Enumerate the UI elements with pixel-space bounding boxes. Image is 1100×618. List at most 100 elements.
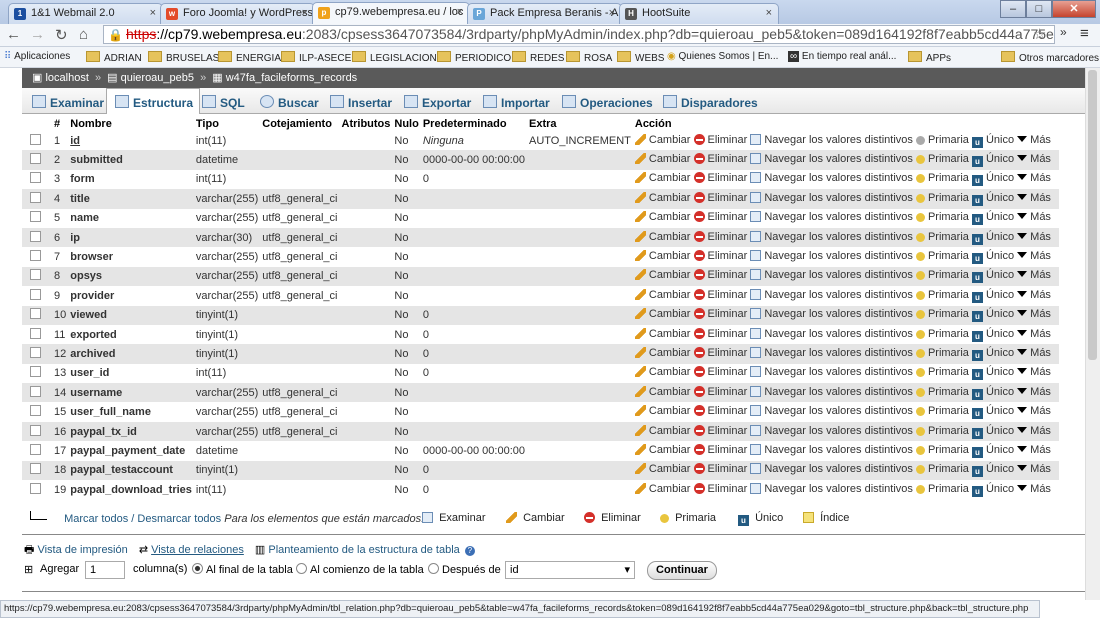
continue-button[interactable]: Continuar: [647, 561, 717, 580]
row-checkbox[interactable]: [22, 324, 52, 345]
row-checkbox[interactable]: [22, 363, 52, 384]
more-action[interactable]: Más: [1017, 172, 1051, 184]
checkbox[interactable]: [30, 424, 41, 436]
breadcrumb-database[interactable]: quieroau_peb5: [121, 72, 194, 84]
tab-buscar[interactable]: Buscar: [260, 95, 319, 110]
url-field[interactable]: 🔒 https://cp79.webempresa.eu:2083/cpsess3…: [103, 25, 1055, 44]
browse-distinct-action[interactable]: Navegar los valores distintivos: [750, 346, 913, 359]
more-action[interactable]: Más: [1017, 269, 1051, 281]
tab-exportar[interactable]: Exportar: [404, 95, 471, 110]
close-tab-icon[interactable]: ×: [150, 7, 156, 19]
row-checkbox[interactable]: [22, 131, 52, 151]
row-checkbox[interactable]: [22, 344, 52, 364]
more-action[interactable]: Más: [1017, 366, 1051, 378]
bookmark-folder[interactable]: WEBS: [617, 51, 664, 64]
drop-action[interactable]: Eliminar: [693, 153, 747, 165]
change-action[interactable]: Cambiar: [634, 346, 690, 359]
more-action[interactable]: Más: [1017, 134, 1051, 146]
unique-action[interactable]: u Único: [971, 444, 1014, 458]
change-action[interactable]: Cambiar: [634, 230, 690, 243]
primary-action[interactable]: Primaria: [915, 289, 969, 301]
breadcrumb-server[interactable]: localhost: [45, 72, 88, 84]
unique-action[interactable]: u Único: [971, 308, 1014, 323]
column-count-input[interactable]: 1: [85, 561, 125, 579]
unique-action[interactable]: u Único: [971, 172, 1014, 187]
drop-action[interactable]: Eliminar: [693, 211, 747, 223]
checkbox[interactable]: [30, 288, 41, 300]
change-action[interactable]: Cambiar: [634, 269, 690, 281]
primary-action[interactable]: Primaria: [915, 483, 969, 495]
browse-distinct-action[interactable]: Navegar los valores distintivos: [750, 250, 913, 262]
help-icon[interactable]: ?: [464, 546, 475, 556]
drop-action[interactable]: Eliminar: [693, 327, 747, 340]
more-action[interactable]: Más: [1017, 250, 1051, 262]
unique-action[interactable]: u Único: [971, 405, 1014, 420]
checkbox[interactable]: [30, 211, 41, 223]
more-action[interactable]: Más: [1017, 463, 1051, 475]
change-action[interactable]: Cambiar: [634, 211, 690, 223]
unique-action[interactable]: u Único: [971, 231, 1014, 245]
unique-action[interactable]: u Único: [971, 425, 1014, 439]
checkbox[interactable]: [30, 443, 41, 455]
bulk-primary-button[interactable]: Primaria: [660, 512, 716, 524]
row-checkbox[interactable]: [22, 266, 52, 287]
primary-action[interactable]: Primaria: [915, 211, 969, 223]
checkbox[interactable]: [30, 133, 41, 145]
maximize-icon[interactable]: □: [1026, 0, 1052, 18]
relation-view-link[interactable]: Vista de relaciones: [151, 544, 244, 556]
browse-distinct-action[interactable]: Navegar los valores distintivos: [750, 211, 913, 223]
check-all-link[interactable]: Marcar todos / Desmarcar todos: [64, 513, 221, 525]
row-checkbox[interactable]: [22, 402, 52, 422]
bulk-unique-button[interactable]: u Único: [738, 512, 783, 526]
primary-action[interactable]: Primaria: [915, 192, 969, 204]
bookmark-folder[interactable]: ENERGIA: [218, 51, 281, 64]
unique-action[interactable]: u Único: [971, 211, 1014, 226]
home-icon[interactable]: ⌂: [79, 26, 88, 43]
browse-distinct-action[interactable]: Navegar los valores distintivos: [750, 288, 913, 301]
drop-action[interactable]: Eliminar: [693, 230, 747, 243]
primary-action[interactable]: Primaria: [915, 134, 969, 146]
drop-action[interactable]: Eliminar: [693, 288, 747, 301]
radio-at-end[interactable]: Al final de la tabla: [192, 563, 293, 576]
primary-action[interactable]: Primaria: [915, 153, 969, 165]
tab-operaciones[interactable]: Operaciones: [562, 95, 653, 110]
drop-action[interactable]: Eliminar: [693, 424, 747, 437]
close-tab-icon[interactable]: ×: [302, 7, 308, 19]
browse-distinct-action[interactable]: Navegar los valores distintivos: [750, 191, 913, 204]
checkbox[interactable]: [30, 385, 41, 397]
bookmark-apps[interactable]: ⠿ Aplicaciones: [4, 51, 70, 62]
change-action[interactable]: Cambiar: [634, 482, 690, 495]
browse-distinct-action[interactable]: Navegar los valores distintivos: [750, 153, 913, 165]
primary-action[interactable]: Primaria: [915, 172, 969, 184]
unique-action[interactable]: u Único: [971, 386, 1014, 400]
bookmark-folder[interactable]: BRUSELAS: [148, 51, 219, 64]
row-checkbox[interactable]: [22, 247, 52, 267]
more-action[interactable]: Más: [1017, 386, 1051, 398]
reload-icon[interactable]: ↻: [55, 26, 68, 44]
unique-action[interactable]: u Único: [971, 153, 1014, 168]
browse-distinct-action[interactable]: Navegar los valores distintivos: [750, 230, 913, 243]
primary-action[interactable]: Primaria: [915, 250, 969, 262]
drop-action[interactable]: Eliminar: [693, 172, 747, 184]
bookmark-folder[interactable]: PERIODICO: [437, 51, 511, 64]
drop-action[interactable]: Eliminar: [693, 308, 747, 320]
drop-action[interactable]: Eliminar: [693, 443, 747, 456]
more-action[interactable]: Más: [1017, 153, 1051, 165]
browse-distinct-action[interactable]: Navegar los valores distintivos: [750, 424, 913, 437]
change-action[interactable]: Cambiar: [634, 308, 690, 320]
change-action[interactable]: Cambiar: [634, 366, 690, 378]
browse-distinct-action[interactable]: Navegar los valores distintivos: [750, 366, 913, 378]
checkbox[interactable]: [30, 191, 41, 203]
primary-action[interactable]: Primaria: [915, 347, 969, 359]
scrollbar-thumb[interactable]: [1088, 70, 1097, 360]
drop-action[interactable]: Eliminar: [693, 133, 747, 146]
browser-tab-webmail[interactable]: 1 1&1 Webmail 2.0 ×: [8, 3, 163, 24]
browse-distinct-action[interactable]: Navegar los valores distintivos: [750, 269, 913, 281]
row-checkbox[interactable]: [22, 383, 52, 403]
row-checkbox[interactable]: [22, 227, 52, 248]
browser-menu-icon[interactable]: ≡: [1080, 25, 1089, 42]
row-checkbox[interactable]: [22, 169, 52, 190]
change-action[interactable]: Cambiar: [634, 133, 690, 146]
checkbox[interactable]: [30, 327, 41, 339]
close-tab-icon[interactable]: ×: [766, 7, 772, 19]
